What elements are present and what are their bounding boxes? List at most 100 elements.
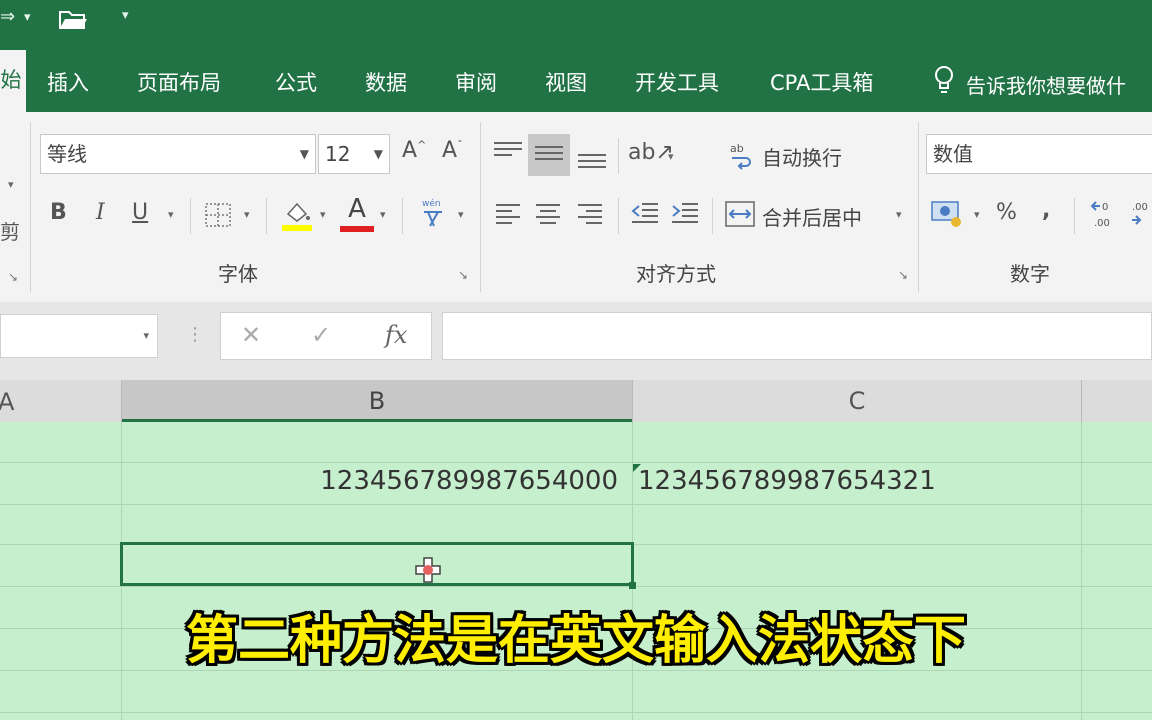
formula-input[interactable]: [442, 312, 1152, 360]
bold-button[interactable]: B: [50, 200, 67, 225]
merge-center-icon[interactable]: [724, 200, 756, 228]
phonetic-dropdown-icon[interactable]: ▾: [458, 208, 464, 221]
svg-text:.00: .00: [1132, 202, 1148, 213]
gridline: [0, 712, 1152, 713]
accounting-dropdown-icon[interactable]: ▾: [974, 208, 980, 221]
customize-toolbar-icon[interactable]: ▾: [122, 8, 129, 23]
name-box[interactable]: ▾: [0, 314, 158, 358]
worksheet-grid[interactable]: 123456789987654000 123456789987654321: [0, 422, 1152, 720]
gridline: [0, 586, 1152, 587]
underline-dropdown-icon[interactable]: ▾: [168, 208, 174, 221]
align-middle-button[interactable]: [528, 134, 570, 176]
align-left-icon[interactable]: [496, 204, 520, 228]
paste-dropdown-icon[interactable]: ▾: [8, 178, 14, 191]
formula-bar: ▾ ⋮ ✕ ✓ fx: [0, 302, 1152, 380]
tab-developer[interactable]: 开发工具: [635, 67, 719, 97]
decrease-font-button[interactable]: Aˇ: [442, 138, 463, 163]
folder-open-icon[interactable]: [58, 8, 88, 30]
borders-dropdown-icon[interactable]: ▾: [244, 208, 250, 221]
borders-icon[interactable]: [204, 202, 232, 228]
font-size-value: 12: [325, 142, 351, 166]
merge-dropdown-icon[interactable]: ▾: [896, 208, 902, 221]
merge-center-button[interactable]: 合并后居中: [762, 202, 862, 231]
cell-c-value[interactable]: 123456789987654321: [638, 466, 936, 496]
column-header-b[interactable]: B: [122, 380, 632, 422]
column-header-a[interactable]: A: [0, 388, 14, 416]
fill-handle[interactable]: [629, 582, 636, 589]
font-launcher-icon[interactable]: ↘: [458, 268, 468, 282]
font-color-dropdown-icon[interactable]: ▾: [380, 208, 386, 221]
cut-button[interactable]: 剪: [0, 216, 20, 245]
tab-review[interactable]: 审阅: [455, 67, 497, 97]
divider: [618, 198, 619, 234]
font-color-button[interactable]: A: [340, 194, 374, 232]
svg-text:0: 0: [1102, 202, 1108, 213]
number-group-label: 数字: [1010, 262, 1050, 286]
gridline: [0, 462, 1152, 463]
phonetic-guide-icon[interactable]: wén: [418, 196, 448, 230]
percent-style-button[interactable]: %: [996, 200, 1017, 225]
video-subtitle: 第二种方法是在英文输入法状态下: [185, 611, 966, 671]
svg-text:.00: .00: [1094, 218, 1110, 229]
font-name-combo[interactable]: 等线 ▼: [40, 134, 316, 174]
redo-dropdown-icon[interactable]: ▾: [24, 10, 31, 25]
group-separator: [918, 122, 919, 292]
divider: [618, 138, 619, 174]
tab-view[interactable]: 视图: [545, 67, 587, 97]
number-format-combo[interactable]: 数值: [926, 134, 1152, 174]
decrease-decimal-icon[interactable]: .00: [1130, 198, 1152, 230]
align-top-icon[interactable]: [494, 142, 522, 160]
orientation-dropdown-icon[interactable]: ▾: [668, 150, 674, 163]
cancel-icon[interactable]: ✕: [241, 321, 261, 349]
divider: [712, 198, 713, 234]
active-cell[interactable]: [120, 542, 634, 586]
cross-cursor-icon: [414, 556, 442, 584]
tab-data[interactable]: 数据: [365, 67, 407, 97]
tab-home[interactable]: 始: [0, 50, 26, 112]
wrap-text-button[interactable]: 自动换行: [762, 142, 842, 171]
fill-color-dropdown-icon[interactable]: ▾: [320, 208, 326, 221]
formula-bar-grip-icon[interactable]: ⋮: [186, 324, 204, 345]
align-center-icon[interactable]: [536, 204, 560, 228]
name-box-dropdown-icon[interactable]: ▾: [143, 329, 149, 342]
fill-color-icon[interactable]: [280, 196, 314, 232]
wrap-text-icon[interactable]: ab: [728, 140, 754, 170]
svg-text:ab: ab: [730, 142, 744, 155]
italic-button[interactable]: I: [96, 200, 105, 225]
formula-buttons: ✕ ✓ fx: [220, 312, 432, 360]
tab-cpa-toolbox[interactable]: CPA工具箱: [770, 67, 873, 97]
svg-text:wén: wén: [422, 198, 441, 209]
chevron-down-icon: ▼: [299, 147, 309, 161]
redo-icon[interactable]: ⇒: [0, 6, 15, 27]
font-color-swatch: [340, 226, 374, 232]
clipboard-launcher-icon[interactable]: ↘: [8, 270, 18, 284]
decrease-indent-icon[interactable]: [630, 200, 660, 226]
column-headers: A B C: [0, 380, 1152, 423]
column-header-c[interactable]: C: [633, 380, 1081, 422]
divider: [190, 198, 191, 234]
align-middle-icon: [535, 146, 563, 160]
cell-b-value[interactable]: 123456789987654000: [122, 466, 618, 496]
increase-indent-icon[interactable]: [670, 200, 700, 226]
font-size-combo[interactable]: 12 ▼: [318, 134, 390, 174]
orientation-icon[interactable]: ab↗: [628, 140, 674, 165]
increase-decimal-icon[interactable]: 0.00: [1090, 198, 1118, 230]
tab-formulas[interactable]: 公式: [275, 67, 317, 97]
tell-me-search[interactable]: 告诉我你想要做什: [966, 70, 1126, 99]
underline-button[interactable]: U: [132, 200, 148, 225]
insert-function-button[interactable]: fx: [385, 321, 407, 349]
ribbon: ▾ 剪 ↘ 等线 ▼ 12 ▼ A^ Aˇ B I U ▾ ▾ ▾ A ▾ wé…: [0, 112, 1152, 303]
tab-insert[interactable]: 插入: [47, 67, 89, 97]
enter-icon[interactable]: ✓: [311, 321, 331, 349]
align-right-icon[interactable]: [578, 204, 602, 228]
divider: [1074, 198, 1075, 234]
increase-font-button[interactable]: A^: [402, 138, 426, 163]
alignment-launcher-icon[interactable]: ↘: [898, 268, 908, 282]
comma-style-button[interactable]: ,: [1042, 198, 1050, 223]
divider: [402, 198, 403, 234]
accounting-format-icon[interactable]: [930, 198, 964, 228]
tab-page-layout[interactable]: 页面布局: [137, 67, 221, 97]
divider: [266, 198, 267, 234]
align-bottom-icon[interactable]: [578, 154, 606, 172]
title-bar: ⇒ ▾ ▾: [0, 0, 1152, 50]
